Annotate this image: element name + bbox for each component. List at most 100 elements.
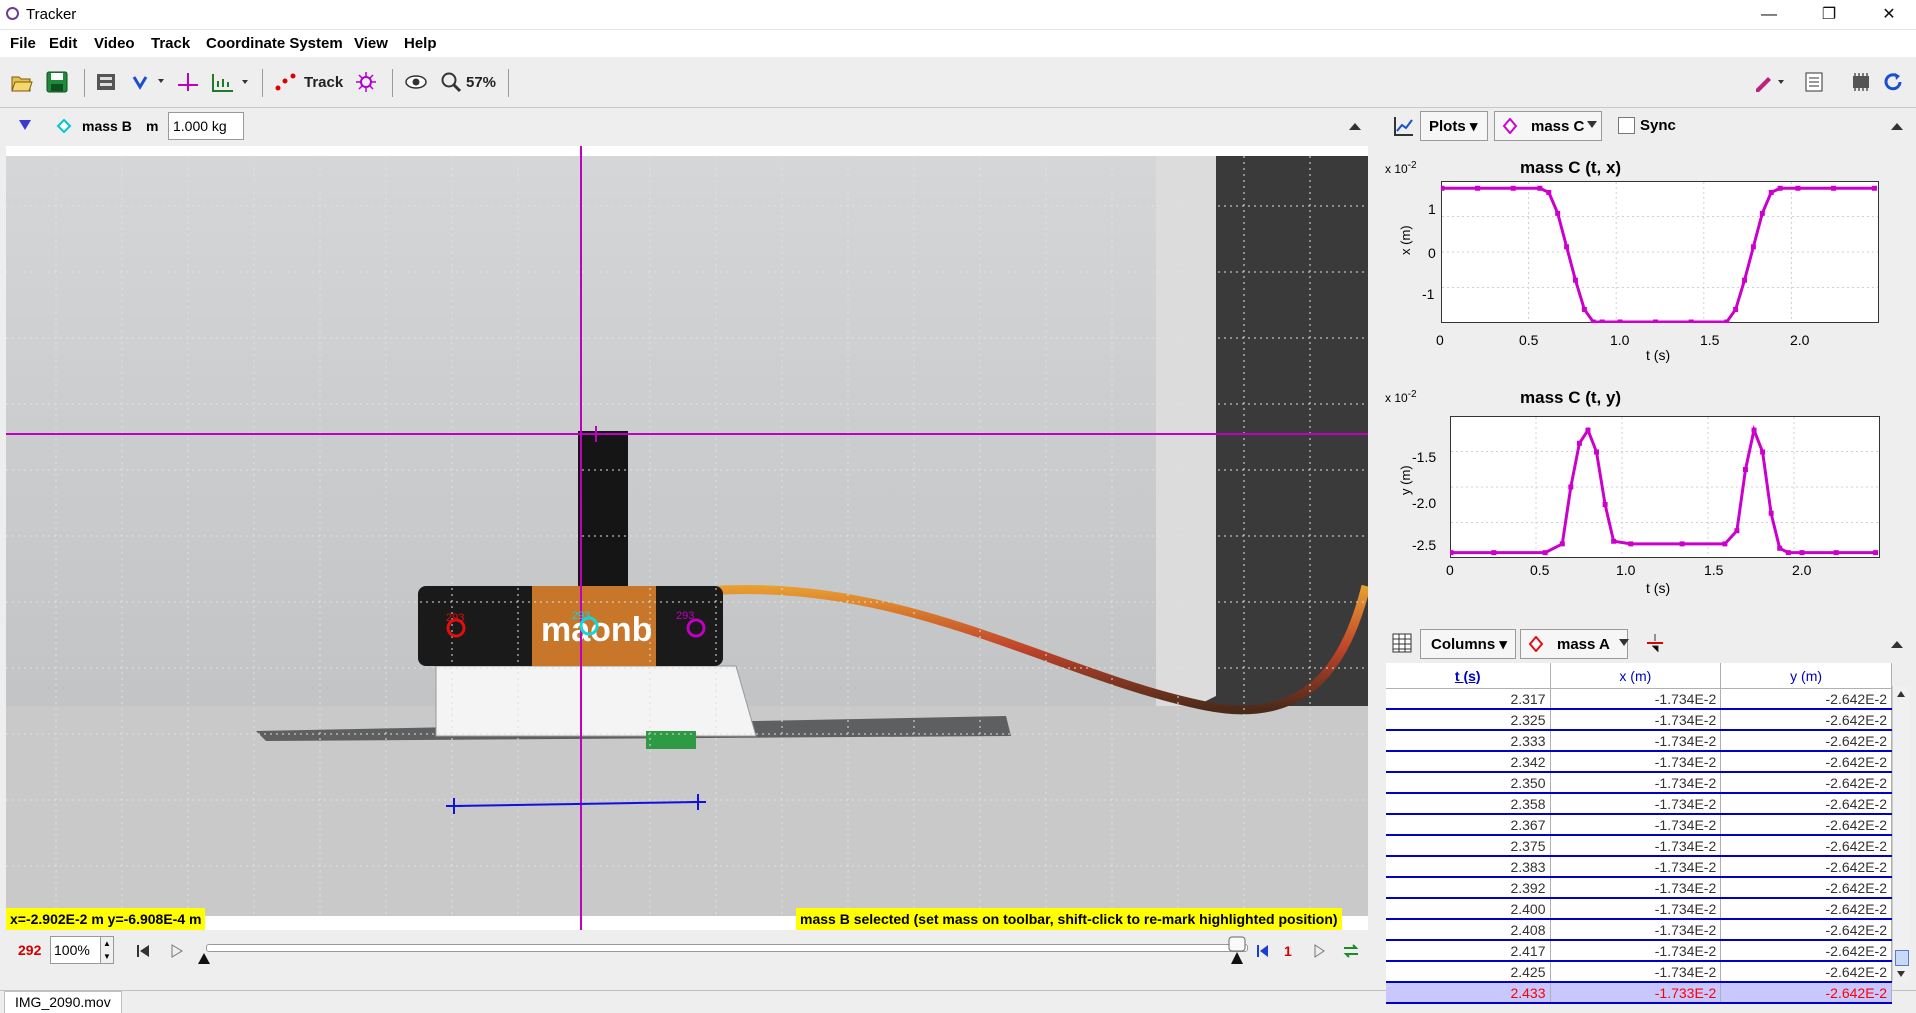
- cell-y[interactable]: -2.642E-2: [1720, 772, 1892, 794]
- cell-y[interactable]: -2.642E-2: [1720, 709, 1892, 731]
- collapse-up-icon[interactable]: [1348, 120, 1362, 132]
- cell-x[interactable]: -1.734E-2: [1550, 709, 1722, 731]
- cell-y[interactable]: -2.642E-2: [1720, 982, 1892, 1004]
- cell-x[interactable]: -1.733E-2: [1550, 982, 1722, 1004]
- table-row[interactable]: 2.358 -1.734E-2 -2.642E-2: [1386, 793, 1892, 815]
- column-header-t[interactable]: t (s): [1386, 663, 1551, 689]
- track-name[interactable]: mass B: [82, 118, 132, 134]
- cell-t[interactable]: 2.433: [1386, 982, 1551, 1004]
- memory-icon[interactable]: [1850, 71, 1872, 93]
- menu-view[interactable]: View: [354, 35, 388, 52]
- cell-y[interactable]: -2.642E-2: [1720, 793, 1892, 815]
- cell-x[interactable]: -1.734E-2: [1550, 940, 1722, 962]
- table-row[interactable]: 2.375 -1.734E-2 -2.642E-2: [1386, 835, 1892, 857]
- axes-icon[interactable]: [176, 71, 200, 93]
- column-header-y[interactable]: y (m): [1720, 663, 1892, 689]
- rate-input[interactable]: 100%: [50, 936, 101, 964]
- cell-t[interactable]: 2.333: [1386, 730, 1551, 752]
- measuring-tools-icon[interactable]: [210, 71, 250, 93]
- cell-x[interactable]: -1.734E-2: [1550, 877, 1722, 899]
- start-marker-icon[interactable]: [196, 952, 212, 966]
- table-row[interactable]: 2.333 -1.734E-2 -2.642E-2: [1386, 730, 1892, 752]
- table-row[interactable]: 2.325 -1.734E-2 -2.642E-2: [1386, 709, 1892, 731]
- menu-edit[interactable]: Edit: [49, 35, 77, 52]
- table-row[interactable]: 2.317 -1.734E-2 -2.642E-2: [1386, 688, 1892, 710]
- open-folder-icon[interactable]: [10, 71, 34, 93]
- mass-input[interactable]: 1.000 kg: [168, 112, 244, 140]
- clip-settings-icon[interactable]: [96, 73, 116, 91]
- menu-video[interactable]: Video: [94, 35, 135, 52]
- eye-icon[interactable]: [404, 73, 428, 91]
- restore-button[interactable]: ❐: [1806, 0, 1852, 29]
- create-track-button[interactable]: Track: [304, 71, 343, 95]
- track-points-icon[interactable]: [274, 71, 298, 93]
- cell-x[interactable]: -1.734E-2: [1550, 793, 1722, 815]
- cell-y[interactable]: -2.642E-2: [1720, 877, 1892, 899]
- slider-thumb[interactable]: [1228, 936, 1246, 966]
- skip-to-start-icon[interactable]: [136, 944, 150, 958]
- number-format-icon[interactable]: [1646, 632, 1664, 654]
- cell-t[interactable]: 2.325: [1386, 709, 1551, 731]
- minimize-button[interactable]: —: [1746, 0, 1792, 29]
- cell-t[interactable]: 2.383: [1386, 856, 1551, 878]
- zoom-icon[interactable]: [440, 71, 462, 93]
- frame-slider[interactable]: [206, 944, 1248, 952]
- cell-t[interactable]: 2.417: [1386, 940, 1551, 962]
- cell-t[interactable]: 2.400: [1386, 898, 1551, 920]
- table-row[interactable]: 2.433 -1.733E-2 -2.642E-2: [1386, 982, 1892, 1004]
- step-size[interactable]: 1: [1284, 943, 1292, 959]
- table-row[interactable]: 2.408 -1.734E-2 -2.642E-2: [1386, 919, 1892, 941]
- cell-t[interactable]: 2.425: [1386, 961, 1551, 983]
- cell-y[interactable]: -2.642E-2: [1720, 730, 1892, 752]
- video-tab[interactable]: IMG_2090.mov: [4, 991, 122, 1013]
- cell-x[interactable]: -1.734E-2: [1550, 688, 1722, 710]
- menu-track[interactable]: Track: [151, 35, 190, 52]
- cell-x[interactable]: -1.734E-2: [1550, 772, 1722, 794]
- column-header-x[interactable]: x (m): [1550, 663, 1722, 689]
- cell-t[interactable]: 2.317: [1386, 688, 1551, 710]
- cell-x[interactable]: -1.734E-2: [1550, 814, 1722, 836]
- save-icon[interactable]: [46, 71, 68, 93]
- notes-icon[interactable]: [1804, 71, 1824, 93]
- loop-icon[interactable]: [1342, 943, 1360, 959]
- track-dropdown-icon[interactable]: [18, 118, 32, 132]
- frame-number[interactable]: 292: [18, 942, 41, 958]
- dropdown-arrow-icon[interactable]: [1586, 120, 1598, 130]
- cell-x[interactable]: -1.734E-2: [1550, 961, 1722, 983]
- cell-y[interactable]: -2.642E-2: [1720, 961, 1892, 983]
- scroll-up-icon[interactable]: [1896, 690, 1906, 698]
- collapse-up-icon[interactable]: [1890, 120, 1904, 132]
- cell-x[interactable]: -1.734E-2: [1550, 898, 1722, 920]
- menu-file[interactable]: File: [10, 35, 36, 52]
- cell-t[interactable]: 2.350: [1386, 772, 1551, 794]
- collapse-up-icon[interactable]: [1890, 638, 1904, 650]
- step-forward-icon[interactable]: [1312, 944, 1326, 958]
- cell-t[interactable]: 2.367: [1386, 814, 1551, 836]
- table-row[interactable]: 2.417 -1.734E-2 -2.642E-2: [1386, 940, 1892, 962]
- calibration-tools-icon[interactable]: [130, 71, 164, 93]
- plot-x-vs-t[interactable]: [1441, 181, 1879, 323]
- menu-help[interactable]: Help: [404, 35, 437, 52]
- table-row[interactable]: 2.342 -1.734E-2 -2.642E-2: [1386, 751, 1892, 773]
- step-back-icon[interactable]: [1256, 944, 1270, 958]
- refresh-icon[interactable]: [1882, 71, 1904, 93]
- cell-y[interactable]: -2.642E-2: [1720, 856, 1892, 878]
- video-panel[interactable]: maonb 293 293 293: [6, 146, 1368, 930]
- table-row[interactable]: 2.400 -1.734E-2 -2.642E-2: [1386, 898, 1892, 920]
- cell-x[interactable]: -1.734E-2: [1550, 919, 1722, 941]
- cell-y[interactable]: -2.642E-2: [1720, 835, 1892, 857]
- scroll-thumb[interactable]: [1895, 950, 1909, 966]
- cell-t[interactable]: 2.375: [1386, 835, 1551, 857]
- table-row[interactable]: 2.367 -1.734E-2 -2.642E-2: [1386, 814, 1892, 836]
- data-table[interactable]: t (s) x (m) y (m) 2.317 -1.734E-2 -2.642E-…: [1386, 663, 1892, 1004]
- dropdown-arrow-icon[interactable]: [1618, 638, 1630, 648]
- table-scrollbar[interactable]: [1892, 686, 1909, 982]
- video-frame[interactable]: maonb 293 293 293: [6, 146, 1368, 930]
- plots-dropdown[interactable]: Plots ▾: [1420, 111, 1488, 141]
- autotracker-icon[interactable]: [354, 71, 378, 93]
- cell-y[interactable]: -2.642E-2: [1720, 919, 1892, 941]
- cell-x[interactable]: -1.734E-2: [1550, 751, 1722, 773]
- table-row[interactable]: 2.383 -1.734E-2 -2.642E-2: [1386, 856, 1892, 878]
- play-icon[interactable]: [170, 944, 184, 958]
- cell-y[interactable]: -2.642E-2: [1720, 688, 1892, 710]
